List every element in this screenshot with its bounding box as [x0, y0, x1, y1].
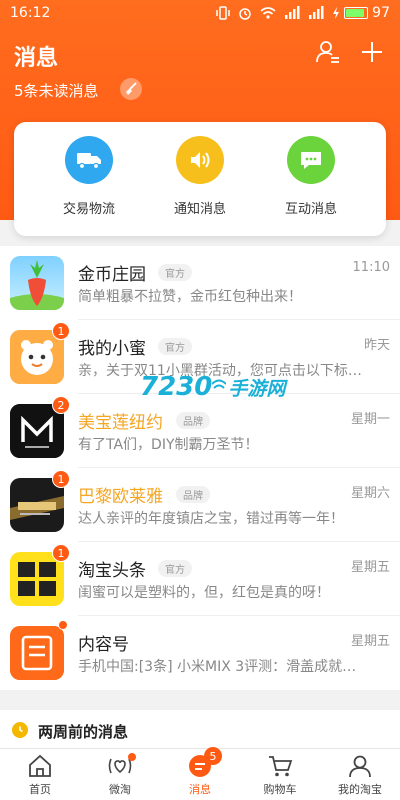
message-time: 11:10 — [352, 260, 390, 275]
official-tag: 官方 — [158, 264, 192, 281]
bottom-tab-bar: 首页 微淘 5 消息 购物车 我的淘宝 — [0, 747, 400, 800]
unread-badge: 1 — [52, 544, 70, 562]
page-title: 消息 — [14, 46, 59, 71]
truck-icon — [65, 136, 113, 184]
brand-tag: 品牌 — [176, 486, 210, 503]
message-name: 淘宝头条 — [78, 561, 146, 581]
message-preview: 简单粗暴不拉赞，金币红包种出来！ — [78, 289, 302, 305]
broom-icon — [126, 82, 137, 95]
quick-action-interactions[interactable]: 互动消息 — [256, 136, 366, 217]
message-preview: 闺蜜可以是塑料的，但，红包是真的呀！ — [78, 585, 330, 601]
brand-tag: 品牌 — [176, 412, 210, 429]
chat-icon — [287, 136, 335, 184]
vibrate-icon — [216, 6, 230, 20]
message-time: 星期六 — [350, 486, 390, 501]
message-name: 我的小蜜 — [78, 339, 146, 359]
official-tag: 官方 — [158, 338, 192, 355]
profile-icon — [349, 755, 371, 778]
message-name: 内容号 — [78, 635, 129, 655]
message-name: 美宝莲纽约 — [78, 413, 163, 433]
quick-action-label: 交易物流 — [62, 202, 115, 217]
quick-action-notifications[interactable]: 通知消息 — [145, 136, 255, 217]
unread-count: 5条未读消息 — [14, 82, 99, 100]
message-row-loreal[interactable]: 1 巴黎欧莱雅 品牌 星期六 达人亲评的年度镇店之宝，错过再等一年！ — [0, 468, 400, 542]
cart-icon — [269, 756, 293, 777]
message-name: 巴黎欧莱雅 — [78, 487, 163, 507]
message-name: 金币庄园 — [78, 265, 146, 285]
plus-icon — [362, 42, 382, 62]
signal-icon-2 — [309, 6, 324, 19]
message-time: 星期一 — [350, 412, 390, 427]
content-icon — [10, 626, 64, 680]
official-tag: 官方 — [158, 560, 192, 577]
unread-dot — [58, 620, 68, 630]
home-icon — [29, 754, 51, 777]
status-icons: 97 — [216, 5, 390, 21]
battery-icon — [344, 7, 369, 19]
unread-badge: 1 — [52, 470, 70, 488]
message-time: 星期五 — [350, 560, 390, 575]
clock-icon — [12, 722, 28, 738]
status-time: 16:12 — [10, 5, 51, 21]
quick-action-label: 通知消息 — [173, 202, 226, 217]
radish-icon — [10, 256, 64, 310]
charging-icon — [333, 7, 340, 19]
tab-label: 微淘 — [109, 783, 131, 796]
tab-label: 首页 — [29, 783, 51, 796]
signal-wave-icon — [212, 379, 227, 389]
message-row-maybelline[interactable]: 2 美宝莲纽约 品牌 星期一 有了TA们，DIY制霸万圣节！ — [0, 394, 400, 468]
contacts-icon — [316, 41, 339, 63]
tab-weitao[interactable]: 微淘 — [80, 753, 160, 797]
message-preview: 达人亲评的年度镇店之宝，错过再等一年！ — [78, 511, 344, 527]
tab-label: 消息 — [189, 783, 211, 796]
message-time: 星期五 — [350, 634, 390, 649]
quick-action-label: 互动消息 — [284, 202, 337, 217]
message-time: 昨天 — [363, 338, 390, 353]
message-preview: 手机中国:[3条] 小米MIX 3评测：滑盖成就… — [78, 659, 357, 675]
battery-level: 97 — [372, 5, 390, 21]
wifi-icon — [260, 7, 276, 19]
unread-badge: 1 — [52, 322, 70, 340]
unread-badge: 2 — [52, 396, 70, 414]
watermark: 7230 手游网 — [140, 372, 285, 402]
message-row-content[interactable]: 内容号 星期五 手机中国:[3条] 小米MIX 3评测：滑盖成就… — [0, 616, 400, 690]
watermark-text: 手游网 — [228, 377, 286, 400]
older-messages-section[interactable]: 两周前的消息 — [0, 710, 400, 750]
alarm-icon — [239, 8, 251, 20]
add-button[interactable] — [358, 38, 386, 66]
speaker-icon — [176, 136, 224, 184]
status-bar: 16:12 97 — [0, 0, 400, 28]
tab-label: 购物车 — [263, 783, 297, 796]
tab-home[interactable]: 首页 — [0, 753, 80, 797]
quick-actions-card: 交易物流 通知消息 互动消息 — [14, 122, 386, 236]
section-title: 两周前的消息 — [38, 723, 129, 741]
battery-indicator: 97 — [332, 5, 390, 21]
tab-cart[interactable]: 购物车 — [240, 753, 320, 797]
clear-unread-button[interactable] — [120, 78, 142, 100]
message-row-taobao-headline[interactable]: 1 淘宝头条 官方 星期五 闺蜜可以是塑料的，但，红包是真的呀！ — [0, 542, 400, 616]
message-preview: 有了TA们，DIY制霸万圣节！ — [78, 437, 259, 453]
quick-action-logistics[interactable]: 交易物流 — [34, 136, 144, 217]
message-row-jinbi[interactable]: 金币庄园 官方 11:10 简单粗暴不拉赞，金币红包种出来！ — [0, 246, 400, 320]
contacts-button[interactable] — [314, 38, 342, 66]
watermark-number: 7230 — [140, 372, 213, 402]
tab-my-taobao[interactable]: 我的淘宝 — [320, 753, 400, 797]
tab-messages[interactable]: 5 消息 — [160, 747, 240, 797]
message-list: 金币庄园 官方 11:10 简单粗暴不拉赞，金币红包种出来！ 1 我的小蜜 官方… — [0, 246, 400, 690]
tab-badge: 5 — [204, 747, 222, 765]
tab-label: 我的淘宝 — [338, 783, 382, 796]
signal-icon — [285, 6, 300, 19]
unread-dot — [128, 753, 136, 761]
